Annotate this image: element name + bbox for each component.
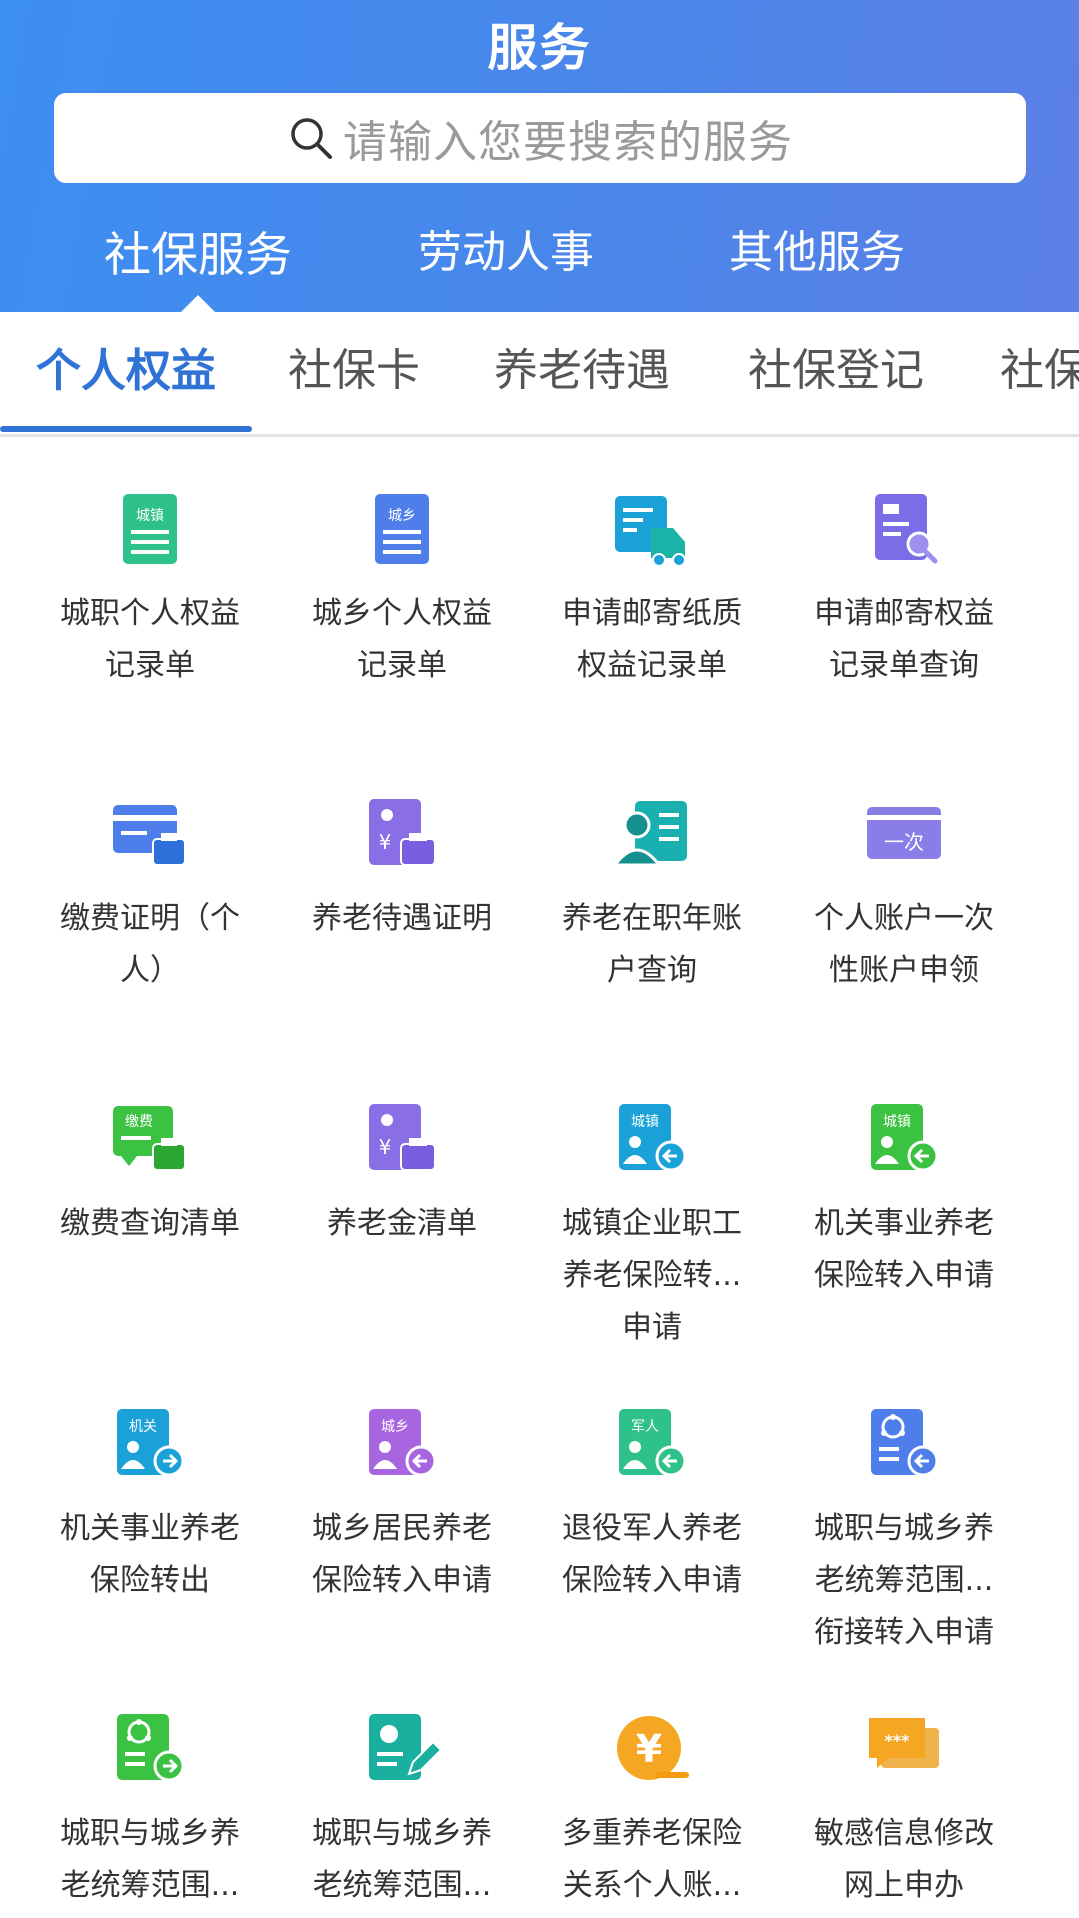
svg-text:¥: ¥	[379, 1135, 392, 1159]
service-item[interactable]: 一次 个人账户一次性账户申领	[774, 743, 1024, 1043]
service-item[interactable]: 城乡 城乡个人权益记录单	[272, 438, 522, 738]
service-item[interactable]: 缴费 缴费查询清单	[20, 1048, 270, 1348]
service-label: 多重养老保险关系个人账...	[562, 1816, 742, 1903]
service-label: 申请邮寄权益记录单查询	[814, 596, 994, 683]
chat-bubble-icon: ***	[869, 1718, 939, 1768]
service-label: 城职与城乡养老统筹范围...衔接转入申请	[814, 1511, 994, 1650]
city-transfer-in-icon: 城镇	[619, 1104, 687, 1172]
agency-transfer-out-icon: 机关	[117, 1409, 185, 1477]
veteran-transfer-in-icon: 军人	[619, 1409, 687, 1477]
service-label: 缴费查询清单	[60, 1206, 240, 1241]
main-tab-labor[interactable]: 劳动人事	[386, 216, 626, 280]
service-item[interactable]: 申请邮寄纸质权益记录单	[522, 438, 772, 738]
service-label: 敏感信息修改网上申办	[814, 1816, 994, 1903]
service-item[interactable]: ¥ 多重养老保险关系个人账...	[522, 1658, 772, 1918]
coordination-transfer-out-icon	[117, 1714, 185, 1782]
search-placeholder: 请输入您要搜索的服务	[343, 117, 793, 168]
service-label: 机关事业养老保险转出	[60, 1511, 240, 1598]
svg-text:城镇: 城镇	[136, 508, 164, 524]
service-item[interactable]: 养老在职年账户查询	[522, 743, 772, 1043]
service-label: 城乡居民养老保险转入申请	[312, 1511, 492, 1598]
service-item[interactable]: 城职与城乡养老统筹范围...	[272, 1658, 522, 1918]
service-item[interactable]: 城镇 城职个人权益记录单	[20, 438, 270, 738]
svg-text:城乡: 城乡	[388, 508, 416, 524]
service-item[interactable]: 城镇 城镇企业职工养老保险转...申请	[522, 1048, 772, 1348]
rural-record-icon: 城乡	[375, 494, 429, 564]
sub-tab-more[interactable]: 社保	[1000, 334, 1079, 398]
sub-tab-underline	[0, 426, 252, 432]
svg-text:***: ***	[884, 1731, 910, 1750]
mail-truck-icon	[615, 496, 686, 567]
service-label: 缴费证明（个人）	[60, 901, 240, 988]
one-time-card-icon: 一次	[867, 807, 941, 859]
service-label: 城职与城乡养老统筹范围...	[60, 1816, 240, 1903]
services-page: 服务 请输入您要搜索的服务 社保服务 劳动人事 其他服务 个人权益 社保卡 养老…	[0, 0, 1079, 1918]
service-item[interactable]: ¥ 养老金清单	[272, 1048, 522, 1348]
svg-text:一次: 一次	[884, 830, 924, 854]
sub-tab-personal-rights[interactable]: 个人权益	[36, 334, 216, 399]
service-item[interactable]: 军人 退役军人养老保险转入申请	[522, 1353, 772, 1653]
service-item[interactable]: 城职与城乡养老统筹范围...	[20, 1658, 270, 1918]
service-label: 城镇企业职工养老保险转...申请	[562, 1206, 742, 1345]
service-label: 退役军人养老保险转入申请	[562, 1511, 742, 1598]
svg-text:机关: 机关	[129, 1419, 157, 1435]
yen-coin-icon: ¥	[617, 1716, 689, 1780]
search-input[interactable]: 请输入您要搜索的服务	[54, 93, 1026, 183]
active-tab-pointer	[181, 295, 215, 312]
service-grid: 城镇 城职个人权益记录单 城乡 城乡个人权益记录单 申请邮寄纸质权益记录单 申请…	[0, 438, 1079, 1918]
payment-list-icon: 缴费	[113, 1106, 186, 1171]
coordination-edit-icon	[369, 1714, 443, 1780]
service-label: 机关事业养老保险转入申请	[814, 1206, 994, 1293]
svg-text:¥: ¥	[379, 830, 392, 854]
service-item[interactable]: 城职与城乡养老统筹范围...衔接转入申请	[774, 1353, 1024, 1653]
service-label: 养老在职年账户查询	[562, 901, 742, 988]
service-item[interactable]: 机关 机关事业养老保险转出	[20, 1353, 270, 1653]
service-label: 养老金清单	[327, 1206, 477, 1241]
pension-list-icon: ¥	[369, 1104, 436, 1171]
page-title: 服务	[487, 19, 592, 77]
account-person-icon	[612, 801, 687, 867]
city-record-icon: 城镇	[123, 494, 177, 564]
sub-tab-social-card[interactable]: 社保卡	[288, 334, 420, 398]
svg-text:¥: ¥	[636, 1727, 662, 1771]
sub-tab-bar: 个人权益 社保卡 养老待遇 社保登记 社保	[0, 312, 1079, 437]
service-item[interactable]: 城镇 机关事业养老保险转入申请	[774, 1048, 1024, 1348]
service-label: 城职个人权益记录单	[60, 596, 240, 683]
svg-text:城镇: 城镇	[631, 1114, 659, 1130]
main-tab-social-security[interactable]: 社保服务	[78, 216, 318, 285]
coordination-transfer-in-icon	[871, 1409, 939, 1477]
service-label: 养老待遇证明	[312, 901, 492, 936]
payment-certificate-icon	[113, 805, 186, 866]
service-label: 城职与城乡养老统筹范围...	[312, 1816, 492, 1903]
sub-tab-pension[interactable]: 养老待遇	[494, 334, 670, 398]
pension-certificate-icon: ¥	[369, 799, 436, 866]
svg-text:军人: 军人	[631, 1419, 659, 1435]
service-item[interactable]: 缴费证明（个人）	[20, 743, 270, 1043]
service-item[interactable]: ¥ 养老待遇证明	[272, 743, 522, 1043]
service-label: 城乡个人权益记录单	[312, 596, 492, 683]
service-label: 个人账户一次性账户申领	[814, 901, 994, 988]
header: 服务 请输入您要搜索的服务 社保服务 劳动人事 其他服务	[0, 0, 1079, 312]
service-item[interactable]: *** 敏感信息修改网上申办	[774, 1658, 1024, 1918]
svg-text:城乡: 城乡	[381, 1419, 409, 1435]
rural-transfer-in-icon: 城乡	[369, 1409, 437, 1477]
sub-tab-registration[interactable]: 社保登记	[748, 334, 924, 398]
agency-transfer-in-icon: 城镇	[871, 1104, 939, 1172]
search-icon	[291, 118, 332, 159]
service-item[interactable]: 申请邮寄权益记录单查询	[774, 438, 1024, 738]
service-label: 申请邮寄纸质权益记录单	[562, 596, 742, 683]
main-tab-other[interactable]: 其他服务	[697, 216, 937, 280]
service-item[interactable]: 城乡 城乡居民养老保险转入申请	[272, 1353, 522, 1653]
svg-text:缴费: 缴费	[125, 1114, 153, 1130]
mail-search-icon	[875, 494, 938, 564]
svg-text:城镇: 城镇	[883, 1114, 911, 1130]
